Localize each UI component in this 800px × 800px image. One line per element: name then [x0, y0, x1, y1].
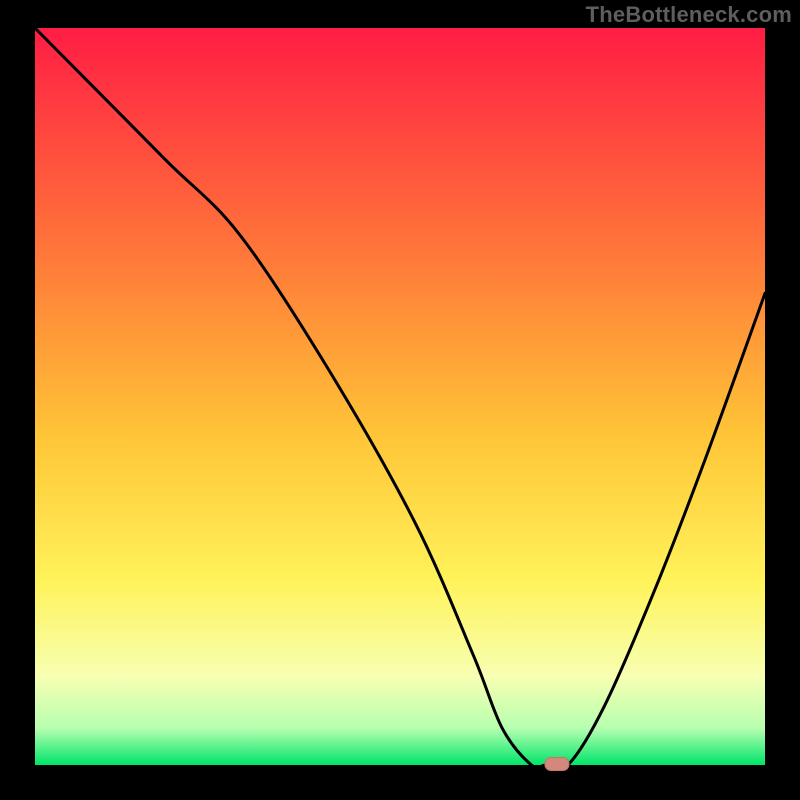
watermark-text: TheBottleneck.com: [586, 2, 792, 28]
chart-frame: TheBottleneck.com: [0, 0, 800, 800]
optimal-marker: [545, 758, 569, 771]
bottleneck-chart: [0, 0, 800, 800]
